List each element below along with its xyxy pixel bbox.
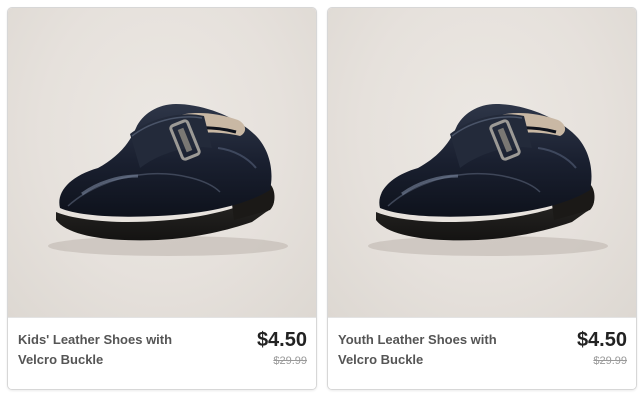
product-image[interactable] [328, 8, 636, 317]
shoe-image [48, 104, 288, 256]
product-image[interactable] [8, 8, 316, 317]
product-card[interactable]: Kids' Leather Shoes with Velcro Buckle $… [7, 7, 317, 390]
sale-price: $4.50 [576, 329, 627, 351]
original-price: $29.99 [593, 355, 627, 367]
product-card[interactable]: Youth Leather Shoes with Velcro Buckle $… [327, 7, 637, 390]
shoe-image [368, 104, 608, 256]
product-title[interactable]: Kids' Leather Shoes with Velcro Buckle [18, 330, 198, 370]
original-price: $29.99 [273, 355, 307, 367]
product-info: Kids' Leather Shoes with Velcro Buckle $… [8, 317, 316, 389]
product-info: Youth Leather Shoes with Velcro Buckle $… [328, 317, 636, 389]
sale-price: $4.50 [256, 329, 307, 351]
product-title[interactable]: Youth Leather Shoes with Velcro Buckle [338, 330, 518, 370]
